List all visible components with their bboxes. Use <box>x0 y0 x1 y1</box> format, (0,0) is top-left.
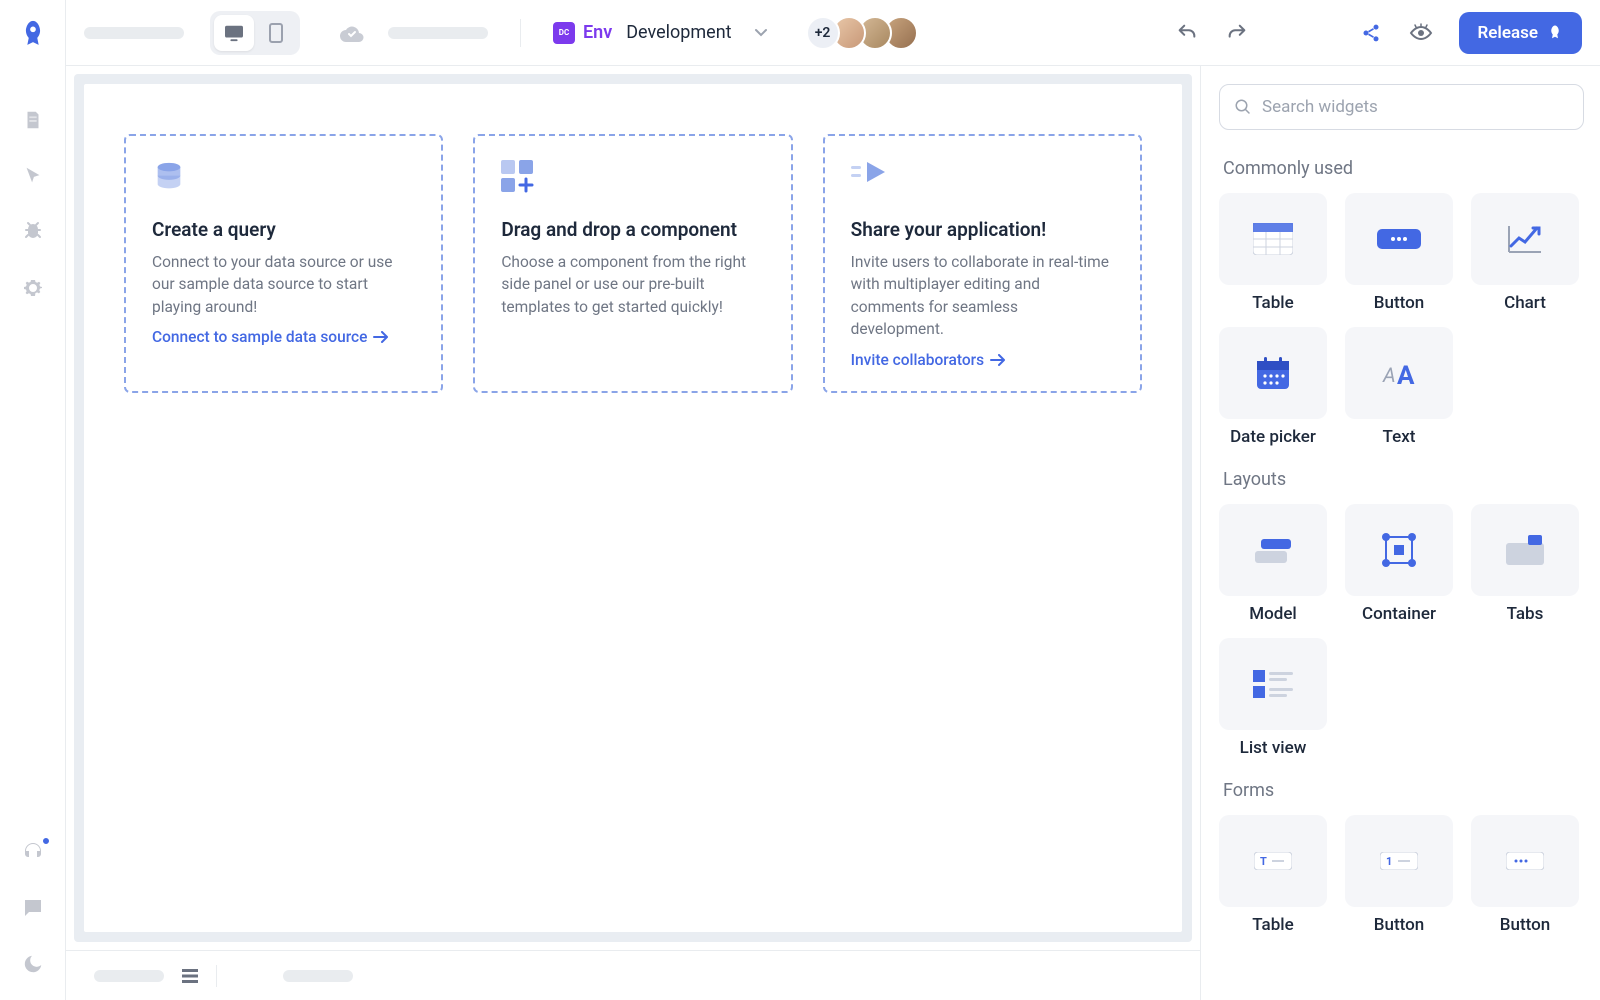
onboarding-card-share: Share your application! Invite users to … <box>823 134 1142 393</box>
chat-icon[interactable] <box>19 894 47 922</box>
cloud-sync-icon <box>340 24 364 42</box>
left-rail <box>0 0 66 1000</box>
widget-datepicker[interactable]: Date picker <box>1219 327 1327 447</box>
placeholder <box>283 970 353 982</box>
topbar: DC Env Development +2 <box>66 0 1600 66</box>
widget-text[interactable]: AA Text <box>1345 327 1453 447</box>
device-toggle <box>210 11 300 55</box>
onboarding-card-component: Drag and drop a component Choose a compo… <box>473 134 792 393</box>
collaborator-avatars[interactable]: +2 <box>806 16 918 50</box>
pages-icon[interactable] <box>19 106 47 134</box>
widget-table[interactable]: Table <box>1219 193 1327 313</box>
group-heading: Commonly used <box>1219 158 1584 179</box>
svg-text:A: A <box>1397 361 1415 388</box>
group-heading: Layouts <box>1219 469 1584 490</box>
chevron-down-icon <box>754 28 768 38</box>
widget-model[interactable]: Model <box>1219 504 1327 624</box>
app-logo[interactable] <box>16 18 50 52</box>
widgets-panel: Commonly used Table Button Chart <box>1200 66 1600 1000</box>
release-label: Release <box>1477 23 1538 43</box>
widget-tabs[interactable]: Tabs <box>1471 504 1579 624</box>
env-value: Development <box>626 22 731 43</box>
card-desc: Invite users to collaborate in real-time… <box>851 251 1114 341</box>
search-widgets[interactable] <box>1219 84 1584 130</box>
card-desc: Choose a component from the right side p… <box>501 251 764 318</box>
search-input[interactable] <box>1262 97 1569 117</box>
svg-text:A: A <box>1382 363 1396 387</box>
card-desc: Connect to your data source or use our s… <box>152 251 415 318</box>
card-title: Drag and drop a component <box>501 218 764 241</box>
share-icon <box>851 160 1114 200</box>
placeholder <box>84 27 184 39</box>
widget-listview[interactable]: List view <box>1219 638 1327 758</box>
onboarding-card-query: Create a query Connect to your data sour… <box>124 134 443 393</box>
statusbar <box>66 950 1200 1000</box>
env-icon: DC <box>553 22 575 44</box>
placeholder <box>94 970 164 982</box>
notification-dot <box>41 836 51 846</box>
placeholder <box>388 27 488 39</box>
desktop-view-button[interactable] <box>214 15 254 51</box>
moon-icon[interactable] <box>19 950 47 978</box>
divider <box>216 965 217 987</box>
search-icon <box>1234 98 1252 116</box>
widget-form-table[interactable]: T Table <box>1219 815 1327 935</box>
widget-form-button-2[interactable]: Button <box>1471 815 1579 935</box>
components-icon <box>501 160 764 200</box>
card-title: Create a query <box>152 218 415 241</box>
card-title: Share your application! <box>851 218 1114 241</box>
list-icon[interactable] <box>182 969 198 983</box>
environment-selector[interactable]: DC Env Development <box>553 22 768 44</box>
redo-button[interactable] <box>1219 15 1255 51</box>
mobile-view-button[interactable] <box>256 15 296 51</box>
release-button[interactable]: Release <box>1459 12 1582 54</box>
svg-text:T: T <box>1260 855 1267 868</box>
support-icon[interactable] <box>19 838 47 866</box>
bug-icon[interactable] <box>19 218 47 246</box>
env-label: Env <box>583 22 612 43</box>
connect-sample-link[interactable]: Connect to sample data source <box>152 328 415 346</box>
undo-button[interactable] <box>1169 15 1205 51</box>
canvas[interactable]: Create a query Connect to your data sour… <box>74 74 1192 942</box>
group-heading: Forms <box>1219 780 1584 801</box>
widget-chart[interactable]: Chart <box>1471 193 1579 313</box>
divider <box>520 19 521 47</box>
widget-button[interactable]: Button <box>1345 193 1453 313</box>
invite-collaborators-link[interactable]: Invite collaborators <box>851 351 1114 369</box>
database-icon <box>152 160 415 200</box>
gear-icon[interactable] <box>19 274 47 302</box>
svg-text:1: 1 <box>1386 855 1392 868</box>
widget-container[interactable]: Container <box>1345 504 1453 624</box>
share-button[interactable] <box>1353 15 1389 51</box>
cursor-icon[interactable] <box>19 162 47 190</box>
preview-button[interactable] <box>1403 15 1439 51</box>
avatar-overflow: +2 <box>806 16 840 50</box>
widget-form-button[interactable]: 1 Button <box>1345 815 1453 935</box>
